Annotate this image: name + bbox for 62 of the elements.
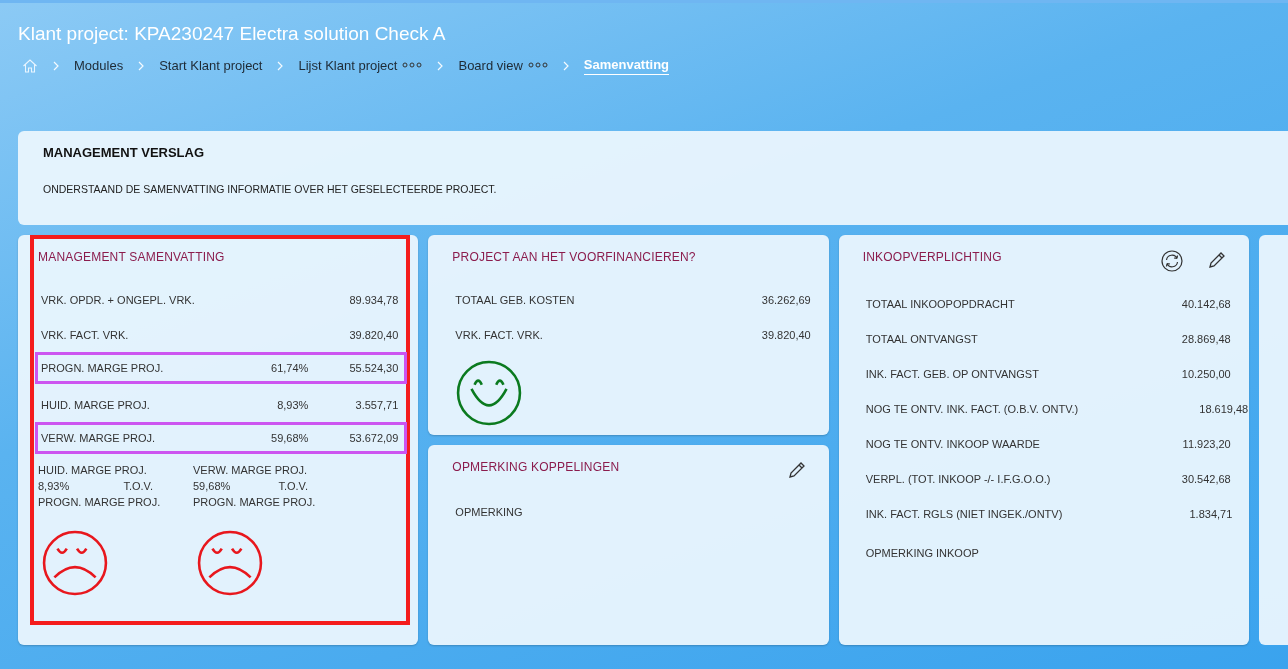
comparison-label: T.O.V.	[278, 480, 308, 492]
row-label: VRK. OPDR. + ONGEPL. VRK.	[41, 293, 196, 306]
amount-value: 40.142,68	[1180, 297, 1231, 310]
more-icon[interactable]	[402, 62, 423, 68]
card-title: PROJECT AAN HET VOORFINANCIEREN?	[452, 249, 696, 264]
row-label: INK. FACT. RGLS (NIET INGEK./ONTV)	[865, 507, 1063, 520]
chevron-icon	[52, 61, 60, 71]
amount-value: 55.524,30	[348, 362, 399, 374]
more-icon[interactable]	[527, 62, 548, 68]
section-description: ONDERSTAAND DE SAMENVATTING INFORMATIE OVER HET GESELECTEERDE PROJECT.	[43, 183, 497, 195]
breadcrumb-link[interactable]: Modules	[74, 57, 124, 75]
amount-value: 1.834,71	[1188, 507, 1233, 520]
row-label: NOG TE ONTV. INK. FACT. (O.B.V. ONTV.)	[865, 402, 1079, 415]
chevron-icon	[137, 61, 146, 71]
chevron-icon	[276, 61, 285, 71]
percent-value: 8,93%	[276, 398, 309, 411]
amount-value: 53.672,09	[348, 432, 399, 444]
refresh-icon[interactable]	[1160, 250, 1183, 272]
row-label: PROGN. MARGE PROJ.	[41, 362, 165, 374]
chevron-icon	[561, 61, 570, 71]
amount-value: 18.619,48	[1198, 402, 1249, 415]
amount-value: 10.250,00	[1180, 367, 1231, 380]
amount-value: 30.542,68	[1180, 472, 1231, 485]
comparison-label: PROGN. MARGE PROJ.	[193, 496, 317, 508]
percent-value: 8,93%	[38, 480, 70, 492]
comparison-label: HUID. MARGE PROJ.	[38, 464, 148, 476]
card-title: INKOOPVERPLICHTING	[862, 249, 1002, 264]
amount-value: 11.923,20	[1181, 437, 1231, 450]
comparison-label: PROGN. MARGE PROJ.	[38, 496, 162, 508]
row-label: OPMERKING	[455, 505, 524, 518]
breadcrumb-link[interactable]: Board view	[458, 57, 548, 75]
pencil-icon[interactable]	[786, 460, 807, 480]
amount-value: 28.869,48	[1180, 332, 1231, 345]
percent-value: 61,74%	[270, 362, 309, 374]
amount-value: 3.557,71	[354, 398, 399, 411]
breadcrumb-link[interactable]: Start Klant project	[159, 57, 263, 75]
breadcrumb-link[interactable]: Lijst Klant project	[298, 57, 423, 75]
row-label: VERW. MARGE PROJ.	[41, 432, 157, 444]
row-label: NOG TE ONTV. INKOOP WAARDE	[865, 437, 1041, 450]
row-label: VERPL. (TOT. INKOOP -/- I.F.G.O.O.)	[865, 472, 1052, 485]
page-title: Klant project: KPA230247 Electra solution Check A	[18, 23, 446, 45]
row-label: HUID. MARGE PROJ.	[41, 398, 151, 411]
amount-value: 39.820,40	[760, 328, 811, 341]
percent-value: 59,68%	[270, 432, 309, 444]
row-label: OPMERKING INKOOP	[865, 546, 980, 559]
comparison-label: VERW. MARGE PROJ.	[193, 464, 309, 476]
amount-value: 89.934,78	[348, 293, 399, 306]
section-title: MANAGEMENT VERSLAG	[43, 145, 205, 160]
pencil-icon[interactable]	[1206, 250, 1227, 270]
comparison-label: T.O.V.	[123, 480, 153, 492]
card-title: OPMERKING KOPPELINGEN	[452, 459, 620, 474]
amount-value: 36.262,69	[760, 293, 811, 306]
percent-value: 59,68%	[193, 480, 231, 492]
row-label: TOTAAL ONTVANGST	[865, 332, 979, 345]
row-label: VRK. FACT. VRK.	[41, 328, 130, 341]
row-label: TOTAAL GEB. KOSTEN	[455, 293, 576, 306]
row-label: INK. FACT. GEB. OP ONTVANGST	[865, 367, 1040, 380]
chevron-icon	[436, 61, 445, 71]
card-title: MANAGEMENT SAMENVATTING	[38, 249, 225, 264]
amount-value: 39.820,40	[348, 328, 399, 341]
row-label: VRK. FACT. VRK.	[455, 328, 544, 341]
row-label: TOTAAL INKOOPOPDRACHT	[865, 297, 1016, 310]
